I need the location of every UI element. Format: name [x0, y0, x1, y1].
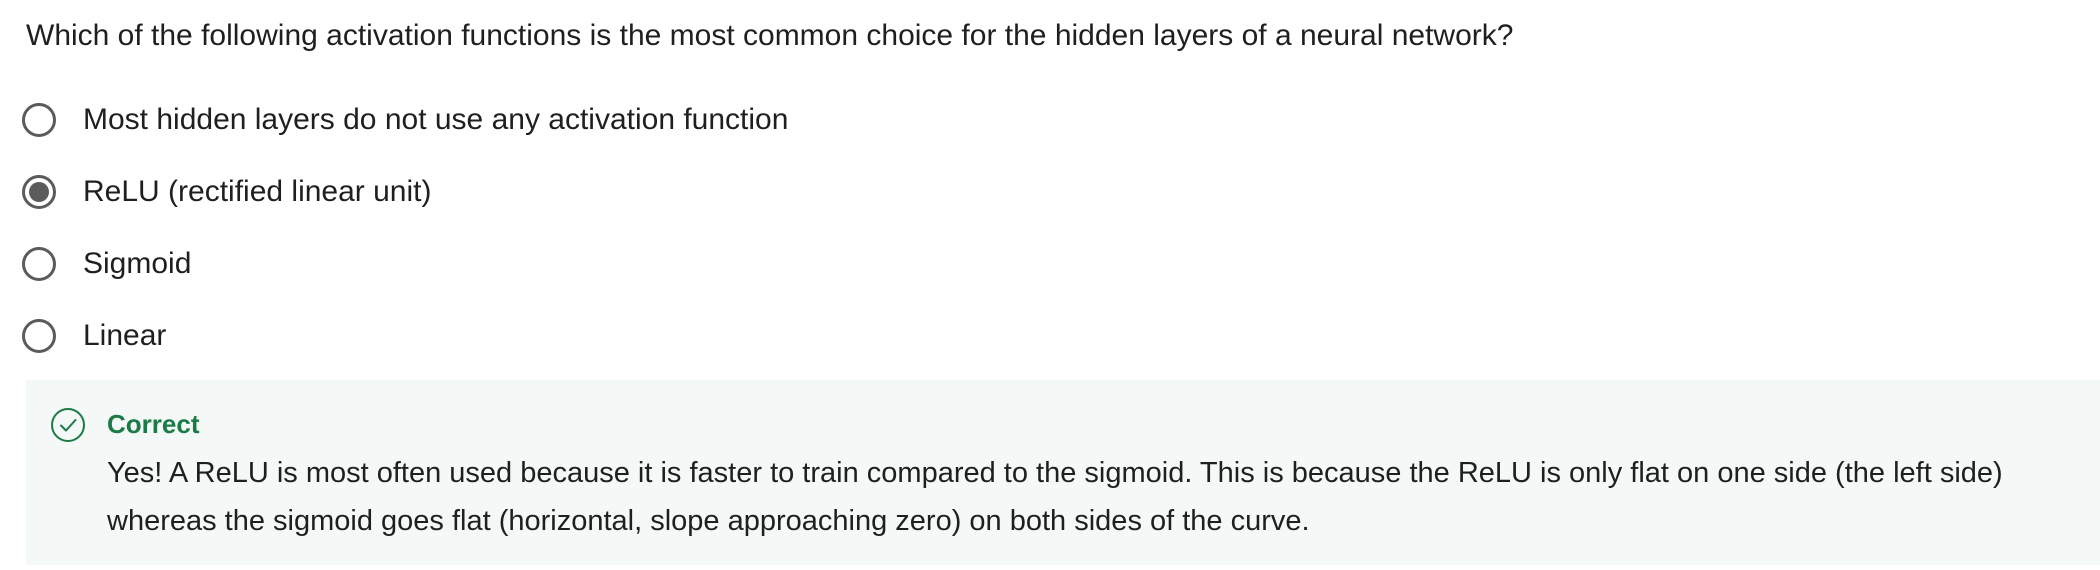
radio-button-selected[interactable]: [22, 175, 56, 209]
feedback-panel: Correct Yes! A ReLU is most often used b…: [26, 380, 2100, 565]
answer-option-label: Sigmoid: [83, 247, 192, 280]
answer-option-no-activation[interactable]: Most hidden layers do not use any activa…: [22, 96, 788, 144]
answer-option-relu[interactable]: ReLU (rectified linear unit): [22, 168, 431, 216]
feedback-status: Correct: [107, 409, 200, 439]
radio-button[interactable]: [22, 247, 56, 281]
radio-button[interactable]: [22, 319, 56, 353]
radio-button[interactable]: [22, 103, 56, 137]
answer-option-sigmoid[interactable]: Sigmoid: [22, 240, 191, 288]
answer-option-label: Most hidden layers do not use any activa…: [83, 103, 789, 136]
feedback-message: Yes! A ReLU is most often used because i…: [107, 457, 2003, 537]
answer-option-linear[interactable]: Linear: [22, 312, 166, 360]
question-text: Which of the following activation functi…: [26, 19, 1514, 52]
check-circle-icon: [50, 407, 86, 443]
answer-option-label: ReLU (rectified linear unit): [83, 175, 432, 208]
answer-option-label: Linear: [83, 319, 167, 352]
